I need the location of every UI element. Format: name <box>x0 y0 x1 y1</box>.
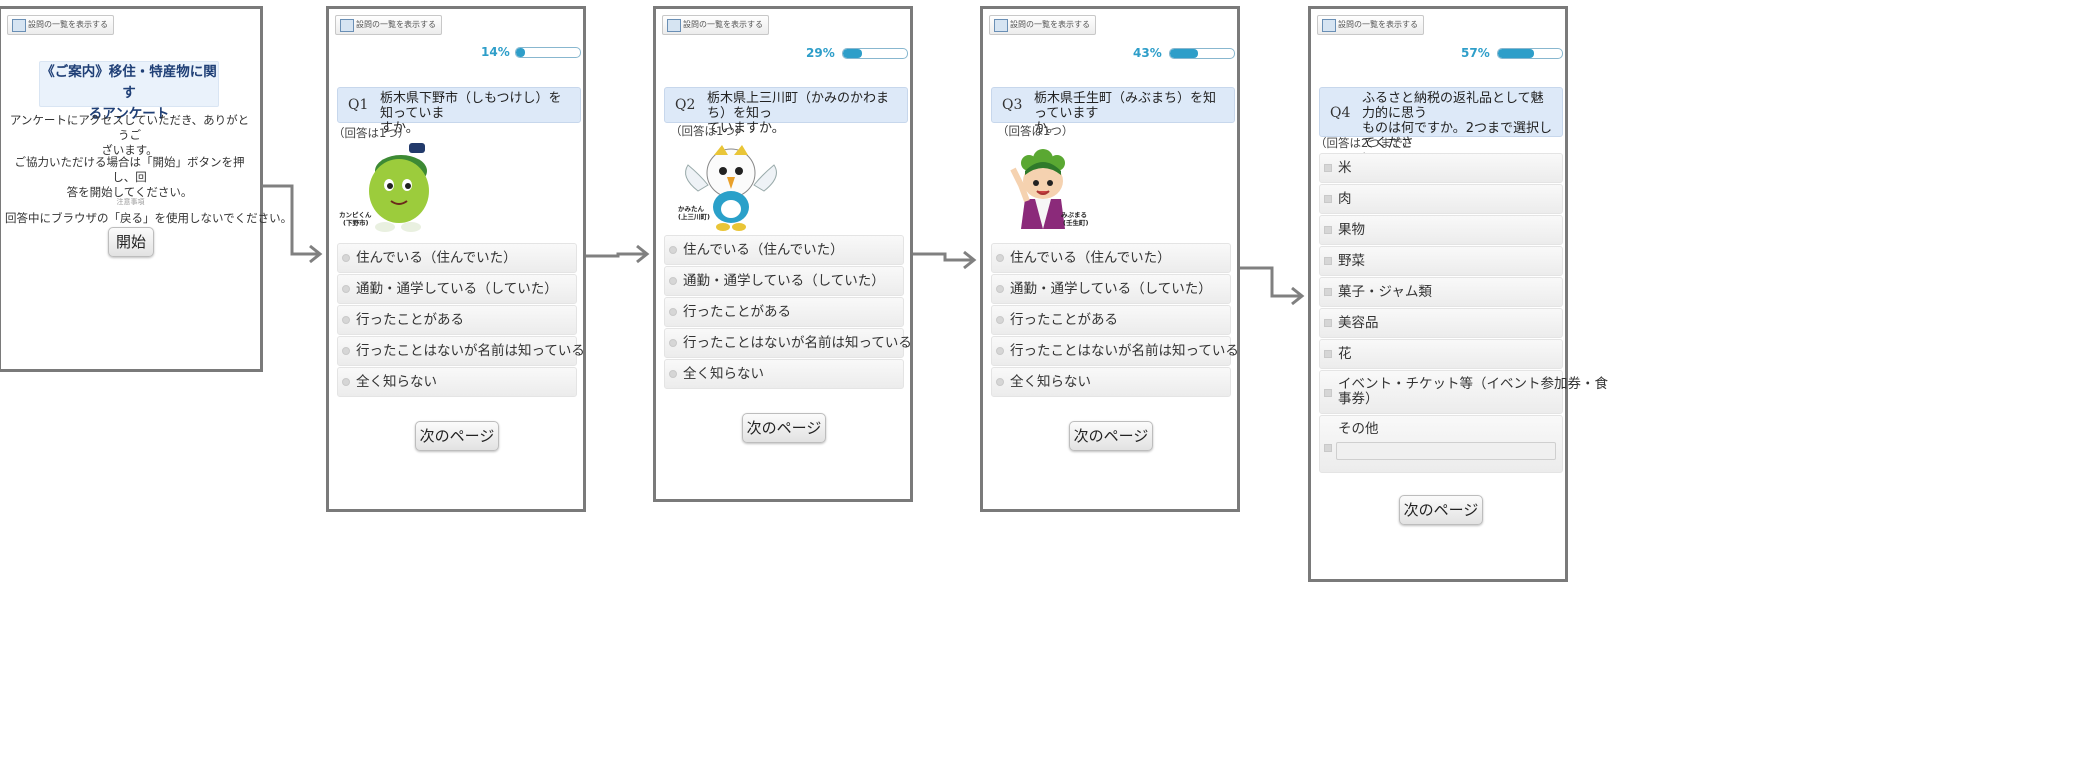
flow-arrow-icon <box>586 252 645 258</box>
flow-arrow-icon <box>913 252 972 262</box>
flow-arrow-icon <box>262 184 318 256</box>
flow-arrow-icon <box>262 184 1305 306</box>
flow-arrow-icon <box>1240 266 1300 298</box>
